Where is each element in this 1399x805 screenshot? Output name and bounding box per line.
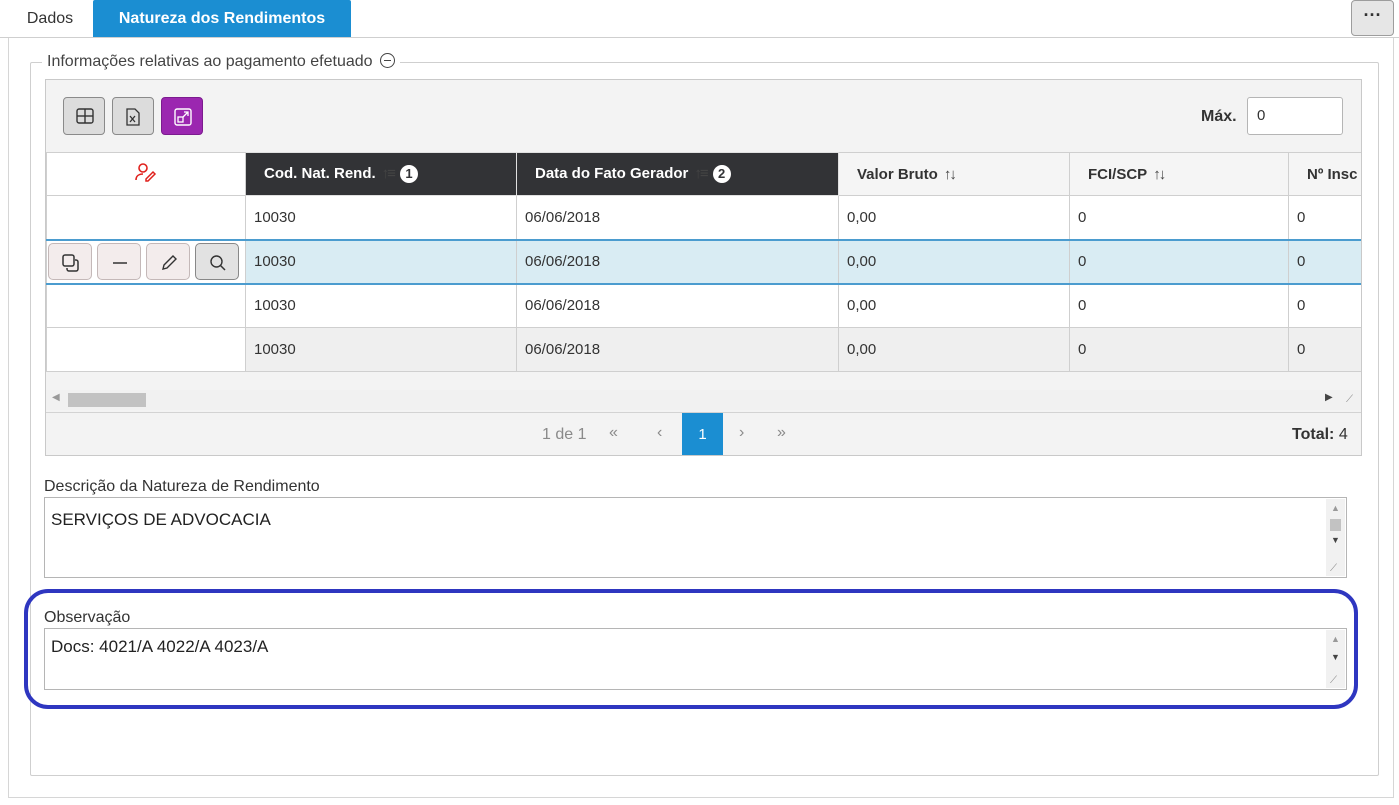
row-actions — [48, 243, 245, 280]
search-icon — [210, 255, 226, 271]
minus-icon — [113, 262, 127, 264]
current-page-button[interactable]: 1 — [682, 413, 723, 455]
sort-order-badge: 2 — [712, 165, 731, 183]
scroll-up-icon[interactable]: ▲ — [1331, 503, 1340, 513]
col-n-insc[interactable]: Nº Insc — [1288, 152, 1361, 196]
export-excel-button[interactable] — [112, 97, 154, 135]
tab-dados[interactable]: Dados — [14, 0, 86, 37]
cell-insc: 0 — [1288, 195, 1361, 240]
actions-header — [46, 152, 246, 196]
first-page-button[interactable]: « — [609, 424, 618, 442]
pencil-icon — [162, 255, 177, 270]
edit-button[interactable] — [146, 243, 190, 280]
scroll-down-icon[interactable]: ▼ — [1331, 535, 1340, 545]
descricao-textarea[interactable]: SERVIÇOS DE ADVOCACIA ▲ ▼ ⟋ — [44, 497, 1347, 578]
cell-data: 06/06/2018 — [516, 195, 839, 240]
vertical-scrollbar[interactable]: ▲ ▼ ⟋ — [1326, 499, 1345, 576]
scroll-left-icon[interactable]: ◀ — [52, 392, 60, 403]
max-input[interactable]: 0 — [1247, 97, 1343, 135]
cell-valor: 0,00 — [838, 238, 1070, 285]
cell-cod: 10030 — [245, 283, 517, 328]
fieldset-title: Informações relativas ao pagamento efetu… — [47, 53, 373, 70]
cell-fci: 0 — [1069, 327, 1289, 372]
cell-valor: 0,00 — [838, 327, 1070, 372]
col-cod-nat-rend[interactable]: Cod. Nat. Rend. ↑≡ 1 — [245, 152, 517, 196]
descricao-label: Descrição da Natureza de Rendimento — [44, 478, 320, 495]
resize-grip-icon[interactable]: ⟋ — [1346, 394, 1353, 405]
grid-table: Cod. Nat. Rend. ↑≡ 1 Data do Fato Gerador ↑… — [46, 152, 1361, 372]
scroll-right-icon[interactable]: ▶ — [1325, 392, 1333, 403]
view-button[interactable] — [195, 243, 239, 280]
sort-icon: ↑↓ — [943, 165, 957, 183]
table-row-selected[interactable]: 10030 06/06/2018 0,00 0 0 — [46, 238, 1361, 285]
cell-fci: 0 — [1069, 195, 1289, 240]
col-valor-bruto[interactable]: Valor Bruto ↑↓ — [838, 152, 1070, 196]
delete-button[interactable] — [97, 243, 141, 280]
resize-grip-icon[interactable]: ⟋ — [1330, 563, 1337, 574]
copy-icon — [62, 254, 79, 272]
cell-valor: 0,00 — [838, 195, 1070, 240]
cell-cod: 10030 — [245, 238, 517, 285]
highlight-ring — [24, 589, 1358, 709]
cell-cod: 10030 — [245, 327, 517, 372]
fieldset-legend: Informações relativas ao pagamento efetu… — [42, 51, 400, 73]
sort-icon: ↑↓ — [1153, 165, 1166, 183]
data-grid: Máx. 0 Cod. Nat. Rend. ↑≡ 1 Data do Fato G… — [45, 79, 1362, 456]
total-count: Total: 4 — [1292, 426, 1348, 443]
cell-fci: 0 — [1069, 238, 1289, 285]
table-row[interactable]: 10030 06/06/2018 0,00 0 0 — [46, 283, 1361, 328]
duplicate-button[interactable] — [48, 243, 92, 280]
page-info: 1 de 1 — [542, 426, 587, 443]
tab-natureza-rendimentos[interactable]: Natureza dos Rendimentos — [93, 0, 351, 37]
sort-asc-icon: ↑≡ — [381, 165, 396, 182]
prev-page-button[interactable]: ‹ — [657, 424, 662, 442]
table-row[interactable]: 10030 06/06/2018 0,00 0 0 — [46, 195, 1361, 240]
cell-insc: 0 — [1288, 283, 1361, 328]
col-data-fato-gerador[interactable]: Data do Fato Gerador ↑≡ 2 — [516, 152, 839, 196]
expand-button[interactable] — [161, 97, 203, 135]
last-page-button[interactable]: » — [777, 424, 786, 442]
user-edit-icon[interactable] — [48, 162, 245, 186]
excel-file-icon — [126, 108, 140, 126]
grid-icon — [76, 108, 94, 124]
scrollbar-thumb[interactable] — [1330, 519, 1341, 531]
table-row[interactable]: 10030 06/06/2018 0,00 0 0 — [46, 327, 1361, 372]
collapse-icon[interactable] — [380, 53, 395, 68]
cell-data: 06/06/2018 — [516, 327, 839, 372]
horizontal-scrollbar[interactable]: ◀ ▶ ⟋ — [46, 390, 1361, 410]
header-row: Cod. Nat. Rend. ↑≡ 1 Data do Fato Gerador ↑… — [46, 152, 1361, 196]
scrollbar-thumb[interactable] — [68, 393, 146, 407]
descricao-value: SERVIÇOS DE ADVOCACIA — [51, 510, 271, 529]
more-options-button[interactable]: ··· — [1351, 0, 1394, 36]
col-fci-scp[interactable]: FCI/SCP ↑↓ — [1069, 152, 1289, 196]
cell-fci: 0 — [1069, 283, 1289, 328]
cell-valor: 0,00 — [838, 283, 1070, 328]
tab-bar: Dados Natureza dos Rendimentos — [0, 0, 1399, 38]
sort-order-badge: 1 — [399, 165, 418, 183]
max-label: Máx. — [1201, 108, 1237, 125]
cell-insc: 0 — [1288, 238, 1361, 285]
cell-cod: 10030 — [245, 195, 517, 240]
next-page-button[interactable]: › — [739, 424, 744, 442]
sort-asc-icon: ↑≡ — [694, 165, 708, 182]
cell-data: 06/06/2018 — [516, 283, 839, 328]
expand-icon — [174, 108, 192, 126]
cell-data: 06/06/2018 — [516, 238, 839, 285]
columns-button[interactable] — [63, 97, 105, 135]
cell-insc: 0 — [1288, 327, 1361, 372]
pagination: 1 de 1 « ‹ 1 › » Total: 4 — [46, 412, 1361, 455]
